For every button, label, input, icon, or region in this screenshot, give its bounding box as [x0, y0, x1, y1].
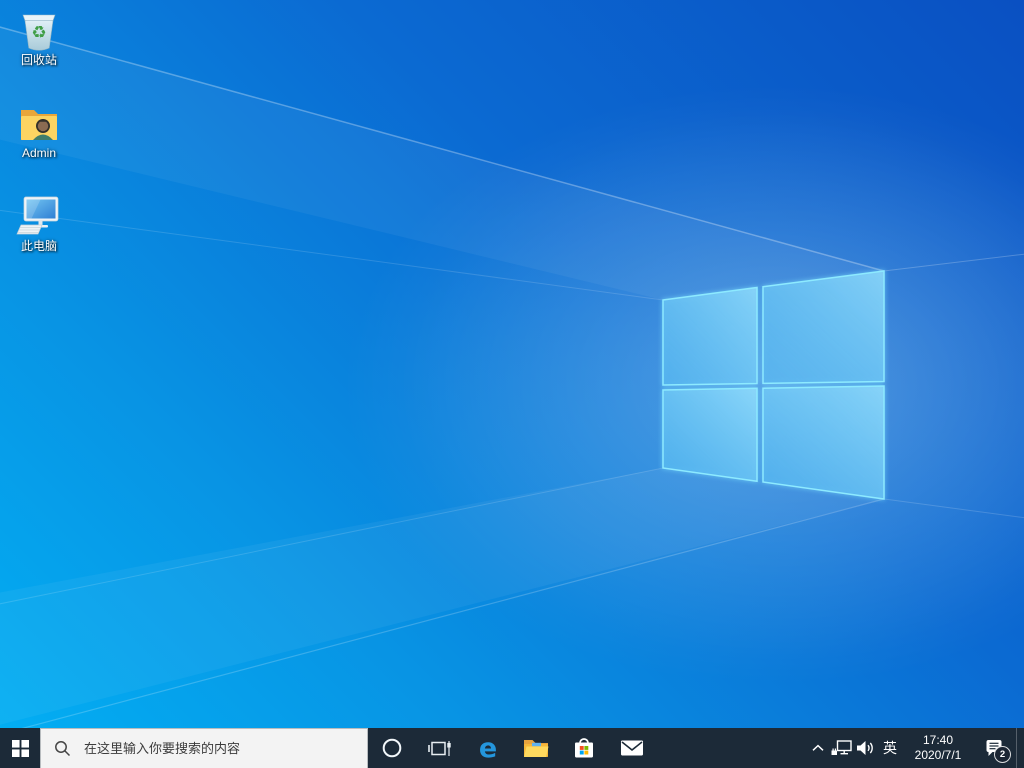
taskbar-store-button[interactable]: [560, 728, 608, 768]
volume-tray-button[interactable]: [854, 728, 878, 768]
show-desktop-button[interactable]: [1016, 728, 1024, 768]
logo-pane-top-right: [762, 270, 885, 385]
action-center-button[interactable]: 2: [974, 728, 1016, 768]
task-view-icon: [428, 740, 451, 756]
store-icon: [575, 738, 593, 758]
user-folder-icon: [21, 110, 57, 140]
taskbar: e: [0, 728, 1024, 768]
ime-label: 英: [883, 740, 897, 756]
network-icon: [831, 740, 852, 755]
logo-pane-top-left: [662, 286, 758, 386]
show-hidden-icons-button[interactable]: [806, 728, 830, 768]
desktop-icon-admin-folder[interactable]: Admin: [1, 99, 77, 160]
ime-language-indicator[interactable]: 英: [878, 728, 902, 768]
clock-date: 2020/7/1: [914, 748, 962, 762]
desktop-icon-label: 回收站: [20, 53, 57, 67]
desktop-icon-list: ♻ 回收站 Admin 此电脑: [1, 6, 77, 273]
windows-desktop: ♻ 回收站 Admin 此电脑 在这里输入你要搜索的内容 e 英 17:40 2…: [0, 0, 1024, 768]
desktop-icon-label: Admin: [21, 146, 56, 160]
taskbar-task-view-button[interactable]: [416, 728, 464, 768]
edge-e-glyph: e: [479, 735, 497, 762]
notification-count-badge: 2: [994, 746, 1011, 763]
desktop-icon-label: 此电脑: [20, 239, 57, 253]
chevron-up-icon: [812, 744, 824, 751]
search-icon: [55, 741, 71, 757]
cortana-icon: [382, 738, 402, 758]
windows-logo-wallpaper-art: [0, 26, 1024, 735]
taskbar-empty-area: [656, 728, 806, 768]
mail-icon: [621, 740, 643, 756]
logo-pane-bottom-right: [762, 385, 885, 500]
recycle-symbol: ♻: [31, 23, 46, 42]
desktop-icon-recycle-bin[interactable]: ♻ 回收站: [1, 6, 77, 67]
edge-icon: e: [479, 735, 497, 762]
taskbar-clock[interactable]: 17:40 2020/7/1: [902, 728, 974, 768]
volume-icon: [857, 741, 873, 755]
taskbar-mail-button[interactable]: [608, 728, 656, 768]
taskbar-edge-button[interactable]: e: [464, 728, 512, 768]
taskbar-search-box[interactable]: [40, 728, 368, 768]
logo-pane-bottom-left: [662, 387, 758, 483]
taskbar-cortana-button[interactable]: [368, 728, 416, 768]
network-tray-button[interactable]: [830, 728, 854, 768]
taskbar-file-explorer-button[interactable]: [512, 728, 560, 768]
search-input[interactable]: [82, 740, 367, 757]
desktop-icon-this-pc[interactable]: 此电脑: [1, 192, 77, 253]
recycle-bin-icon: ♻: [22, 14, 56, 51]
start-button[interactable]: [0, 728, 40, 768]
clock-time: 17:40: [922, 733, 954, 747]
file-explorer-icon: [524, 740, 549, 757]
windows-start-icon: [11, 739, 29, 757]
this-pc-icon: [16, 196, 59, 235]
